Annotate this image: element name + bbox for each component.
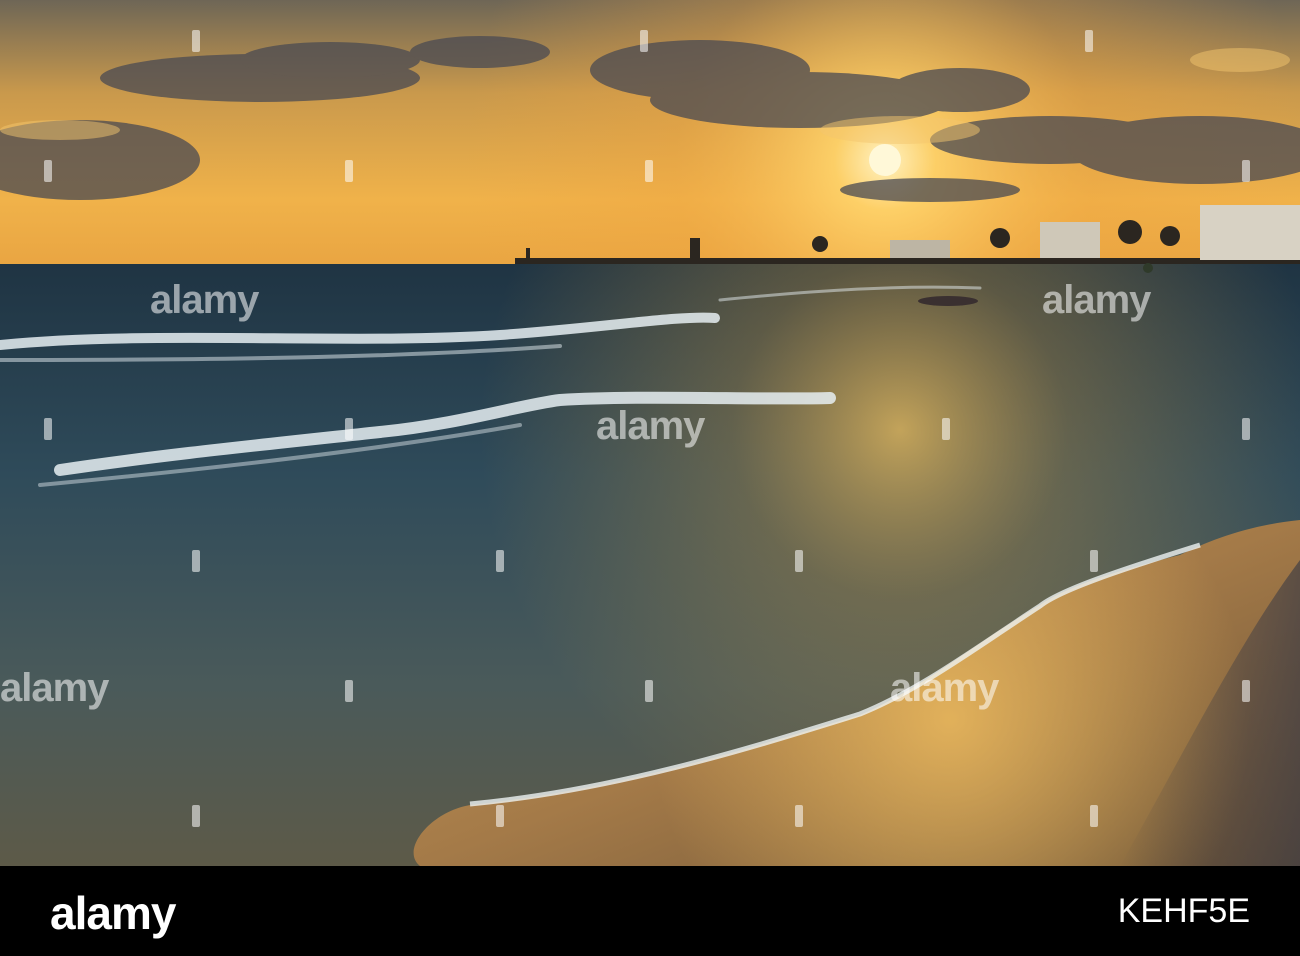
buoy: [1143, 263, 1153, 273]
watermark-mark: [345, 160, 353, 182]
watermark-mark: [1242, 680, 1250, 702]
watermark-mark: [1090, 805, 1098, 827]
watermark: alamy: [0, 666, 109, 710]
watermark-mark: [496, 550, 504, 572]
watermark-mark: [192, 805, 200, 827]
watermark-mark: [645, 160, 653, 182]
watermark-mark: [795, 550, 803, 572]
watermark-mark: [345, 418, 353, 440]
watermark-mark: [645, 680, 653, 702]
watermark-mark: [192, 30, 200, 52]
watermark-mark: [44, 418, 52, 440]
watermark-mark: [1090, 550, 1098, 572]
watermark-mark: [1242, 418, 1250, 440]
beach-sunset-photo: alamy alamy alamy alamy alamy: [0, 0, 1300, 866]
watermark-mark: [44, 160, 52, 182]
watermark: alamy: [596, 404, 705, 448]
watermark: alamy: [890, 666, 999, 710]
watermark-mark: [496, 805, 504, 827]
watermark-mark: [1242, 160, 1250, 182]
alamy-logo: alamy: [50, 887, 176, 939]
watermark-mark: [1085, 30, 1093, 52]
image-id: KEHF5E: [1117, 892, 1250, 930]
watermark-mark: [640, 30, 648, 52]
sun: [869, 144, 901, 176]
watermark-mark: [795, 805, 803, 827]
watermark: alamy: [1042, 278, 1151, 322]
watermark: alamy: [150, 278, 259, 322]
watermark-mark: [192, 550, 200, 572]
footer-bar: alamy KEHF5E: [0, 866, 1300, 956]
swimmer: [918, 296, 978, 306]
watermark-mark: [345, 680, 353, 702]
watermark-mark: [942, 418, 950, 440]
